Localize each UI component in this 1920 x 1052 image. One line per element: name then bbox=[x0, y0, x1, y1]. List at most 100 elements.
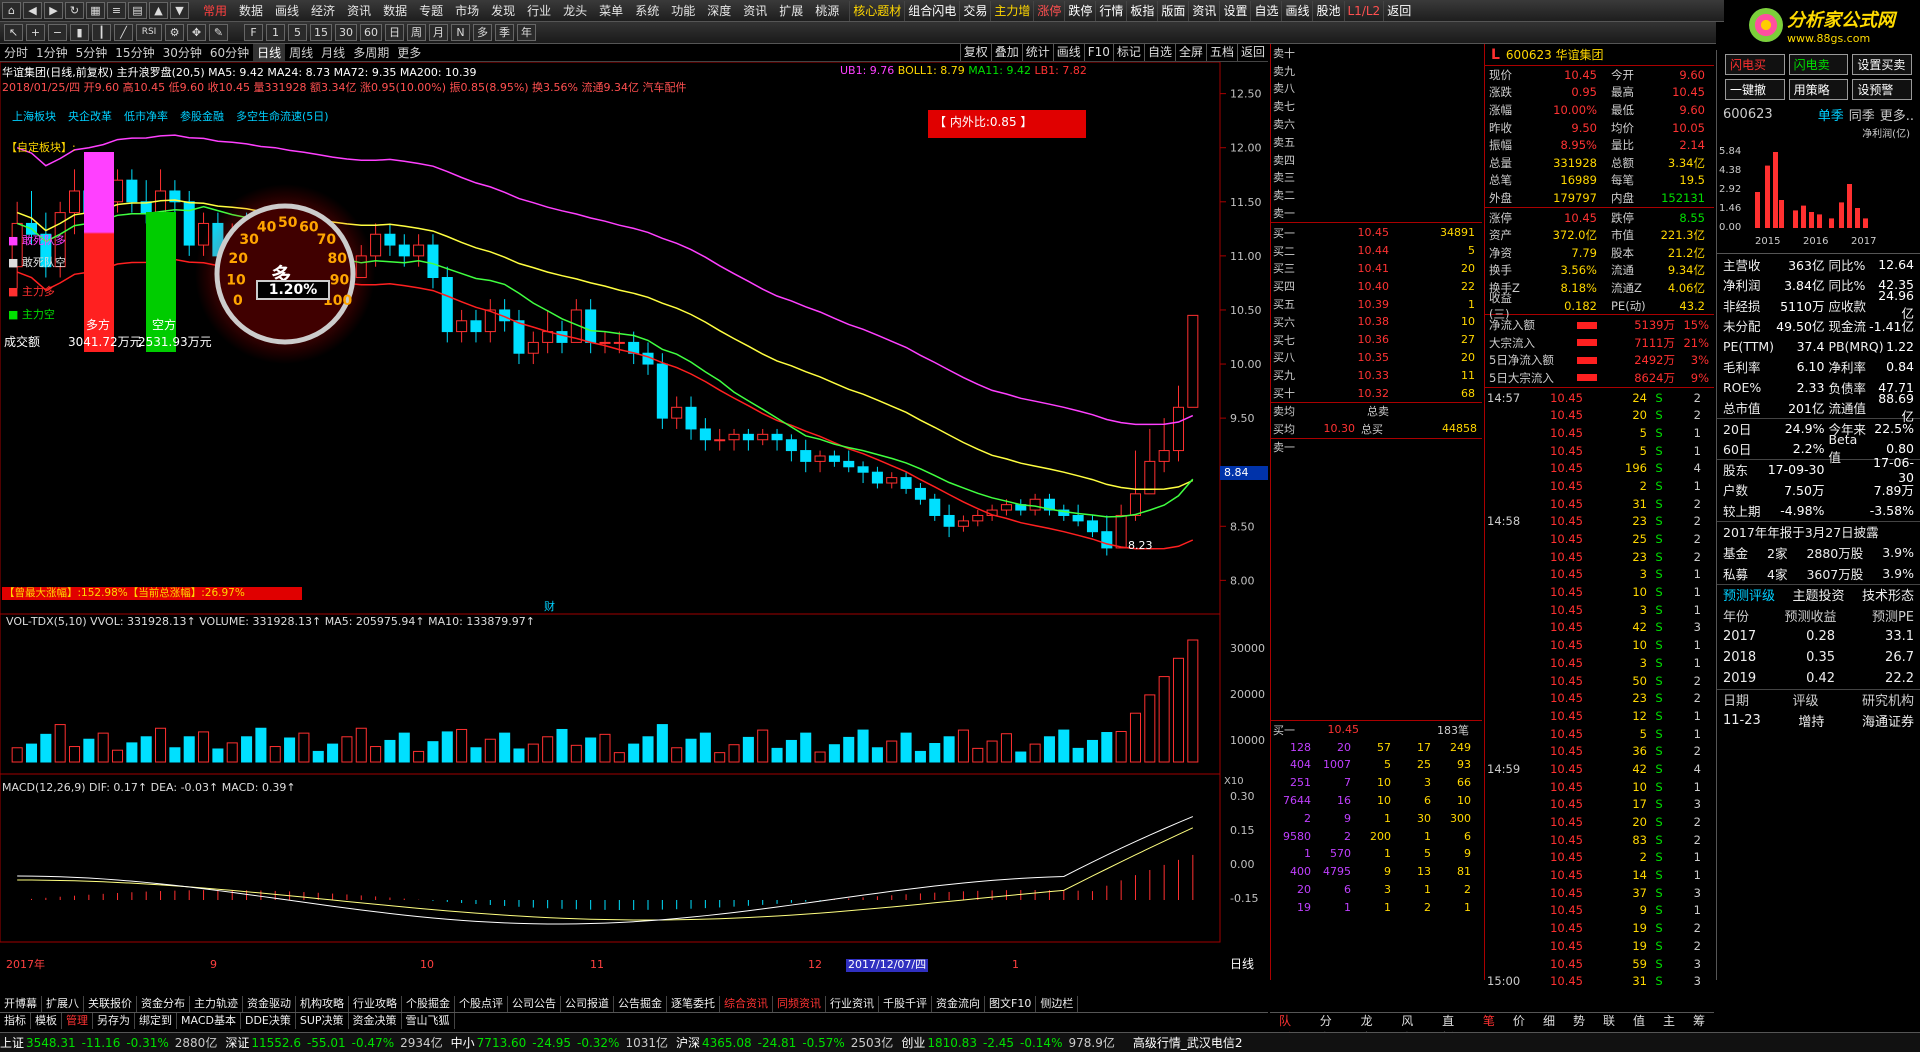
rating-tab[interactable]: 技术形态 bbox=[1862, 585, 1914, 604]
zoom-in-icon[interactable]: + bbox=[26, 24, 45, 41]
info-tab[interactable]: 关联报价 bbox=[84, 996, 137, 1012]
ask-row[interactable]: 卖十 bbox=[1271, 44, 1482, 62]
time1-icon[interactable]: 1 bbox=[266, 24, 285, 41]
detail-tab[interactable]: 细 bbox=[1534, 1013, 1564, 1030]
period-tab[interactable]: 30分钟 bbox=[159, 44, 206, 61]
quick-menu-item[interactable]: 组合闪电 bbox=[904, 0, 959, 21]
quick-menu-item[interactable]: L1/L2 bbox=[1343, 0, 1384, 21]
menu-item[interactable]: 常用 bbox=[197, 1, 233, 21]
mode-tab[interactable]: 单季 bbox=[1818, 109, 1844, 124]
info-tab[interactable]: 个股掘金 bbox=[402, 996, 455, 1012]
indicator-tab[interactable]: 绑定到 bbox=[135, 1013, 177, 1029]
period-tab[interactable]: 更多 bbox=[393, 44, 425, 61]
detail-tab[interactable]: 分布 bbox=[1311, 1013, 1352, 1045]
info-tab[interactable]: 个股点评 bbox=[455, 996, 508, 1012]
info-tab[interactable]: 资金分布 bbox=[137, 996, 190, 1012]
trade-button[interactable]: 设置买卖 bbox=[1852, 54, 1912, 75]
chart-tool-button[interactable]: 五档 bbox=[1205, 44, 1237, 61]
chart-tool-button[interactable]: 叠加 bbox=[990, 44, 1022, 61]
bar-chart-icon[interactable]: ▮ bbox=[70, 24, 89, 41]
chart-tool-button[interactable]: 返回 bbox=[1236, 44, 1268, 61]
chart-tool-button[interactable]: 统计 bbox=[1021, 44, 1053, 61]
menu-item[interactable]: 菜单 bbox=[593, 1, 629, 21]
menu-item[interactable]: 数据 bbox=[233, 1, 269, 21]
time30-icon[interactable]: 30 bbox=[335, 24, 357, 41]
info-tab[interactable]: 千股千评 bbox=[879, 996, 932, 1012]
menu-item[interactable]: 功能 bbox=[665, 1, 701, 21]
indicator-tab[interactable]: 管理 bbox=[62, 1013, 93, 1029]
info-tab[interactable]: 逐笔委托 bbox=[667, 996, 720, 1012]
bid-row[interactable]: 买三 10.41 20 bbox=[1271, 260, 1482, 278]
cursor-icon[interactable]: ↖ bbox=[4, 24, 23, 41]
indicator-tab[interactable]: 雪山飞狐 bbox=[402, 1013, 455, 1029]
menu-item[interactable]: 龙头 bbox=[557, 1, 593, 21]
ask-row[interactable]: 卖八 bbox=[1271, 80, 1482, 98]
time15-icon[interactable]: 15 bbox=[310, 24, 332, 41]
quarter-icon[interactable]: 季 bbox=[495, 24, 514, 41]
menu-item[interactable]: 专题 bbox=[413, 1, 449, 21]
info-tab[interactable]: 公告掘金 bbox=[614, 996, 667, 1012]
chart-tool-button[interactable]: 全屏 bbox=[1174, 44, 1206, 61]
info-tab[interactable]: 图文F10 bbox=[985, 996, 1037, 1012]
quick-menu-item[interactable]: 涨停 bbox=[1033, 0, 1064, 21]
detail-tab[interactable]: 笔 bbox=[1474, 1013, 1504, 1030]
detail-tab[interactable]: 势 bbox=[1564, 1013, 1594, 1030]
line-chart-icon[interactable]: ╱ bbox=[114, 24, 133, 41]
forward-icon[interactable]: ▶ bbox=[44, 2, 63, 19]
index-item[interactable]: 上证 3548.31 -11.16 -0.31% 2880亿 bbox=[0, 1034, 217, 1051]
quick-menu-item[interactable]: 自选 bbox=[1250, 0, 1281, 21]
period-tab[interactable]: 1分钟 bbox=[32, 44, 72, 61]
trade-button[interactable]: 闪电买 bbox=[1725, 54, 1785, 75]
ask-row[interactable]: 卖四 bbox=[1271, 151, 1482, 169]
bid-row[interactable]: 买四 10.40 22 bbox=[1271, 277, 1482, 295]
ask-row[interactable]: 卖六 bbox=[1271, 115, 1482, 133]
quick-menu-item[interactable]: 资讯 bbox=[1188, 0, 1219, 21]
period-tab[interactable]: 分时 bbox=[0, 44, 32, 61]
quick-menu-item[interactable]: 行情 bbox=[1095, 0, 1126, 21]
detail-tab[interactable]: 联 bbox=[1594, 1013, 1624, 1030]
bid-row[interactable]: 买九 10.33 11 bbox=[1271, 366, 1482, 384]
time5-icon[interactable]: 5 bbox=[288, 24, 307, 41]
bid-row[interactable]: 买十 10.32 68 bbox=[1271, 384, 1482, 402]
mode-tab[interactable]: 更多.. bbox=[1880, 109, 1914, 124]
bid-row[interactable]: 买一 10.45 34891 bbox=[1271, 224, 1482, 242]
gear-icon[interactable]: ⚙ bbox=[165, 24, 184, 41]
info-tab[interactable]: 侧边栏 bbox=[1036, 996, 1079, 1012]
n-icon[interactable]: N bbox=[451, 24, 470, 41]
year-icon[interactable]: 年 bbox=[517, 24, 536, 41]
detail-tab[interactable]: 龙虎 bbox=[1352, 1013, 1393, 1045]
info-tab[interactable]: 行业资讯 bbox=[826, 996, 879, 1012]
grid-icon[interactable]: ▦ bbox=[86, 2, 105, 19]
menu-item[interactable]: 数据 bbox=[377, 1, 413, 21]
ask-row[interactable]: 卖九 bbox=[1271, 62, 1482, 80]
menu-item[interactable]: 市场 bbox=[449, 1, 485, 21]
chart-tool-button[interactable]: 画线 bbox=[1052, 44, 1084, 61]
menu-item[interactable]: 行业 bbox=[521, 1, 557, 21]
chart-tool-button[interactable]: 标记 bbox=[1112, 44, 1144, 61]
period-tab[interactable]: 月线 bbox=[317, 44, 349, 61]
menu-item[interactable]: 发现 bbox=[485, 1, 521, 21]
menu-item[interactable]: 画线 bbox=[269, 1, 305, 21]
indicator-tab[interactable]: SUP决策 bbox=[296, 1013, 349, 1029]
index-item[interactable]: 沪深 4365.08 -24.81 -0.57% 2503亿 bbox=[676, 1034, 893, 1051]
period-tab[interactable]: 15分钟 bbox=[111, 44, 158, 61]
zoom-out-icon[interactable]: − bbox=[48, 24, 67, 41]
candle-icon[interactable]: ┃ bbox=[92, 24, 111, 41]
quick-menu-item[interactable]: 版面 bbox=[1157, 0, 1188, 21]
rating-tab[interactable]: 预测评级 bbox=[1723, 585, 1775, 604]
indicator-tab[interactable]: DDE决策 bbox=[241, 1013, 296, 1029]
ask-row[interactable]: 卖七 bbox=[1271, 97, 1482, 115]
info-tab[interactable]: 开博幕 bbox=[0, 996, 42, 1012]
chart-tool-button[interactable]: F10 bbox=[1083, 44, 1113, 61]
info-tab[interactable]: 资金流向 bbox=[932, 996, 985, 1012]
quick-menu-item[interactable]: 主力增 bbox=[990, 0, 1033, 21]
indicator-tab[interactable]: MACD基本 bbox=[177, 1013, 241, 1029]
quick-menu-item[interactable]: 跌停 bbox=[1064, 0, 1095, 21]
menu-item[interactable]: 经济 bbox=[305, 1, 341, 21]
list-icon[interactable]: ≡ bbox=[107, 2, 126, 19]
menu-item[interactable]: 系统 bbox=[629, 1, 665, 21]
info-tab[interactable]: 公司报道 bbox=[561, 996, 614, 1012]
trade-button[interactable]: 闪电卖 bbox=[1788, 54, 1849, 75]
menu-item[interactable]: 资讯 bbox=[341, 1, 377, 21]
detail-tab[interactable]: 价 bbox=[1504, 1013, 1534, 1030]
